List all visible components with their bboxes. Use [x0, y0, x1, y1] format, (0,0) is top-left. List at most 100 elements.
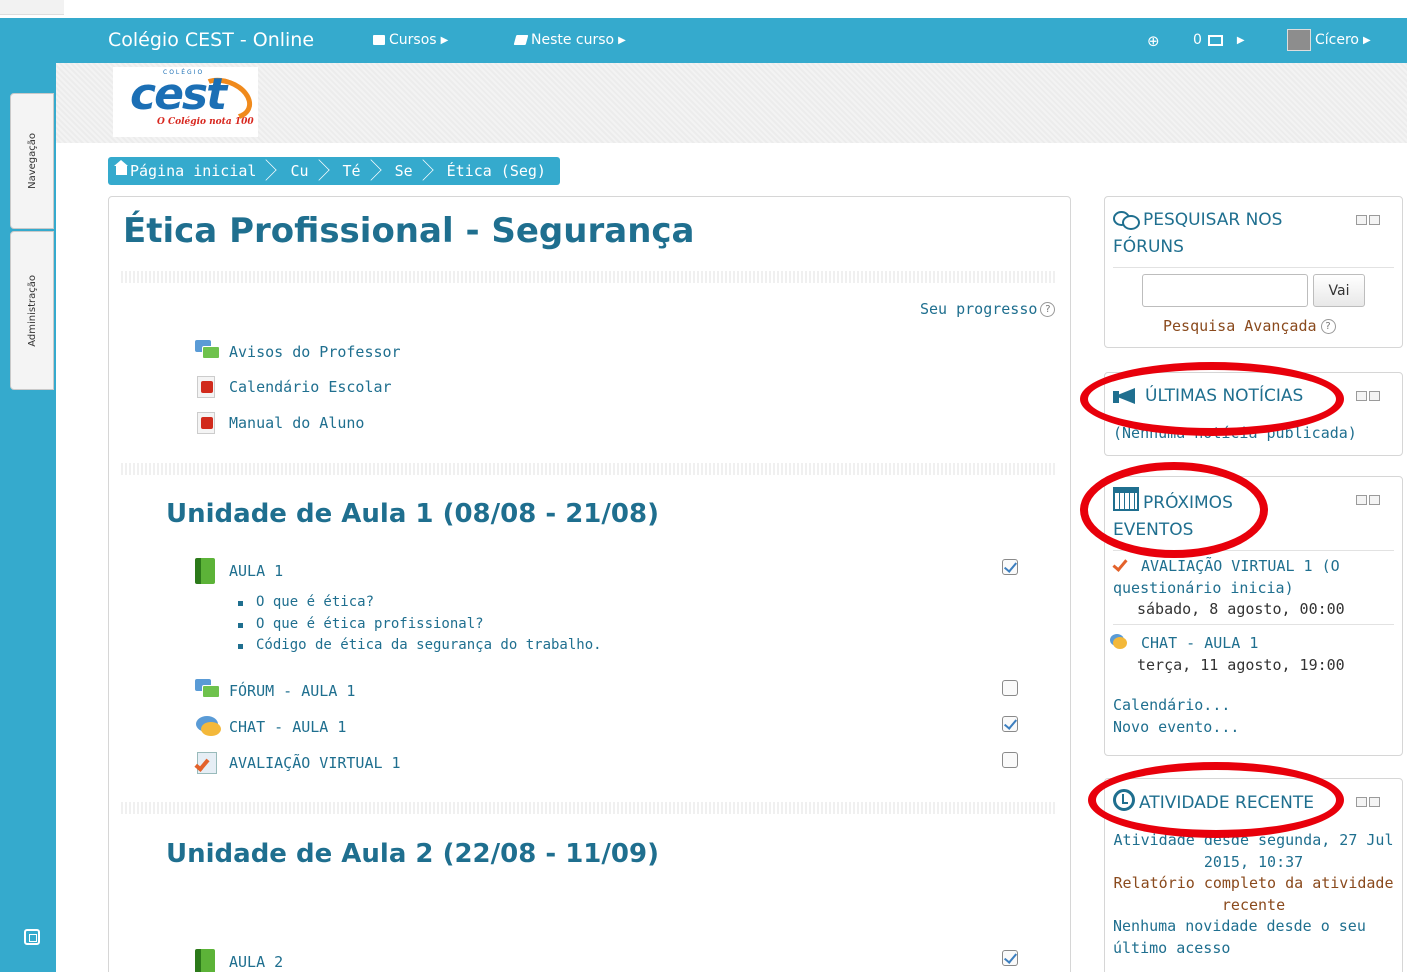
dock-toggle-icon[interactable]: [24, 929, 40, 945]
site-brand[interactable]: Colégio CEST - Online: [108, 29, 314, 51]
breadcrumb-label: Ética (Seg): [446, 162, 546, 180]
block-title: PESQUISAR NOS FÓRUNS: [1113, 207, 1282, 261]
list-item[interactable]: O que é ética?: [236, 592, 602, 614]
calendar-link[interactable]: Calendário...: [1113, 696, 1230, 714]
list-item[interactable]: O que é ética profissional?: [236, 614, 602, 636]
block-controls[interactable]: [1356, 495, 1380, 505]
megaphone-icon: [1113, 384, 1141, 404]
section-divider: [121, 271, 1057, 283]
in-course-menu[interactable]: Neste curso ▶: [513, 32, 626, 48]
plus-circle-icon: ⊕: [1147, 32, 1160, 50]
activity-label: CHAT - AULA 1: [229, 718, 347, 736]
event-item: AVALIAÇÃO VIRTUAL 1 (O questionário inic…: [1113, 556, 1345, 621]
block-title: ÚLTIMAS NOTÍCIAS: [1113, 383, 1303, 410]
pdf-icon: [197, 412, 215, 434]
calendar-icon: [1113, 487, 1139, 511]
no-news-text: Nenhuma novidade desde o seu último aces…: [1113, 916, 1366, 959]
recent-since-line: 2015, 10:37: [1203, 852, 1304, 871]
completion-checkbox[interactable]: [1002, 950, 1018, 966]
breadcrumb-item[interactable]: Cu: [278, 157, 330, 185]
activity-avisos[interactable]: Avisos do Professor: [195, 340, 401, 364]
forum-icon: [195, 679, 221, 703]
search-input[interactable]: [1142, 274, 1308, 307]
book-icon: [195, 558, 215, 584]
activity-aula-2[interactable]: AULA 2: [195, 949, 283, 972]
event-item: CHAT - AULA 1 terça, 11 agosto, 19:00: [1113, 633, 1345, 676]
block-latest-news: ÚLTIMAS NOTÍCIAS (Nenhuma notícia public…: [1104, 372, 1403, 456]
breadcrumb-separator: [255, 159, 278, 181]
search-icon: [1113, 210, 1140, 230]
activity-avaliacao-1[interactable]: AVALIAÇÃO VIRTUAL 1: [194, 751, 401, 775]
dock-tab-administration[interactable]: Administração: [10, 231, 54, 390]
caret-right-icon: ▶: [1236, 34, 1245, 46]
event-link[interactable]: AVALIAÇÃO VIRTUAL 1 (O: [1141, 557, 1340, 575]
progress-label: Seu progresso: [920, 300, 1038, 318]
user-menu[interactable]: Cícero ▶: [1287, 29, 1371, 51]
full-report-line: recente: [1221, 895, 1286, 914]
courses-menu[interactable]: Cursos ▶: [373, 32, 448, 48]
recent-since-text: Atividade desde segunda, 27 Jul 2015, 10…: [1105, 830, 1402, 873]
event-date: terça, 11 agosto, 19:00: [1137, 655, 1345, 674]
full-report-link[interactable]: Relatório completo da atividade recente: [1105, 873, 1402, 916]
activity-label: Manual do Aluno: [229, 414, 365, 432]
left-dock: Navegação Administração: [0, 63, 56, 972]
progress-help[interactable]: Seu progresso ?: [920, 300, 1056, 318]
activity-calendario[interactable]: Calendário Escolar: [195, 376, 392, 398]
dock-tab-administration-label: Administração: [26, 274, 38, 347]
list-item[interactable]: Código de ética da segurança do trabalho…: [236, 635, 602, 657]
activity-manual[interactable]: Manual do Aluno: [195, 412, 364, 434]
new-event-link[interactable]: Novo evento...: [1113, 718, 1239, 736]
book-icon: [513, 35, 529, 45]
completion-checkbox[interactable]: [1002, 680, 1018, 696]
add-block-menu[interactable]: ⊕: [1147, 32, 1160, 50]
logo-brand-text: cest: [130, 69, 227, 120]
advanced-search-link[interactable]: Pesquisa Avançada ?: [1163, 317, 1336, 335]
breadcrumb: Página inicial Cu Té Se Ética (Seg): [108, 157, 560, 185]
course-content: Ética Profissional - Segurança Seu progr…: [108, 196, 1071, 972]
section-title-unit-1: Unidade de Aula 1 (08/08 - 21/08): [166, 499, 659, 529]
collapse-icon: [1356, 797, 1367, 807]
block-search-forums: PESQUISAR NOS FÓRUNS Vai Pesquisa Avança…: [1104, 196, 1403, 348]
browser-top-strip: [0, 0, 1407, 18]
briefcase-icon: [373, 35, 385, 45]
collapse-icon: [1356, 215, 1367, 225]
messages-menu[interactable]: 0 ▶: [1193, 32, 1245, 48]
breadcrumb-current[interactable]: Ética (Seg): [435, 157, 560, 185]
event-link[interactable]: questionário inicia): [1113, 579, 1294, 597]
dock-tab-navigation[interactable]: Navegação: [10, 93, 54, 229]
block-title-line: FÓRUNS: [1113, 237, 1184, 257]
breadcrumb-label: Cu: [290, 162, 309, 180]
block-title-line: PRÓXIMOS: [1143, 493, 1233, 513]
breadcrumb-home[interactable]: Página inicial: [108, 157, 278, 185]
help-icon[interactable]: ?: [1040, 301, 1056, 317]
breadcrumb-separator: [359, 159, 382, 181]
breadcrumb-label: Se: [394, 162, 413, 180]
top-navbar: Colégio CEST - Online Cursos ▶ Neste cur…: [0, 18, 1407, 63]
breadcrumb-label: Té: [342, 162, 361, 180]
breadcrumb-separator: [307, 159, 330, 181]
quiz-icon: [194, 751, 221, 775]
completion-checkbox[interactable]: [1002, 559, 1018, 575]
search-go-button[interactable]: Vai: [1313, 274, 1365, 307]
block-controls[interactable]: [1356, 797, 1380, 807]
block-controls[interactable]: [1356, 215, 1380, 225]
envelope-icon: [1207, 34, 1223, 46]
breadcrumb-item[interactable]: Se: [383, 157, 435, 185]
breadcrumb-item[interactable]: Té: [331, 157, 383, 185]
school-logo[interactable]: COLÉGIO cest O Colégio nota 100: [113, 67, 259, 137]
logo-tagline: O Colégio nota 100: [157, 117, 254, 127]
completion-checkbox[interactable]: [1002, 716, 1018, 732]
dock-tab-navigation-label: Navegação: [26, 133, 38, 189]
event-link[interactable]: CHAT - AULA 1: [1141, 634, 1258, 652]
activity-label: Avisos do Professor: [229, 343, 401, 361]
activity-forum-aula-1[interactable]: FÓRUM - AULA 1: [195, 679, 355, 703]
caret-right-icon: ▶: [1363, 34, 1371, 46]
activity-aula-1[interactable]: AULA 1: [195, 558, 283, 584]
block-title-line: EVENTOS: [1113, 520, 1194, 540]
block-controls[interactable]: [1356, 391, 1380, 401]
activity-chat-aula-1[interactable]: CHAT - AULA 1: [195, 715, 346, 739]
activity-label: Calendário Escolar: [229, 378, 392, 396]
completion-checkbox[interactable]: [1002, 752, 1018, 768]
help-icon[interactable]: ?: [1320, 318, 1336, 334]
activity-label: AULA 1: [229, 562, 284, 580]
